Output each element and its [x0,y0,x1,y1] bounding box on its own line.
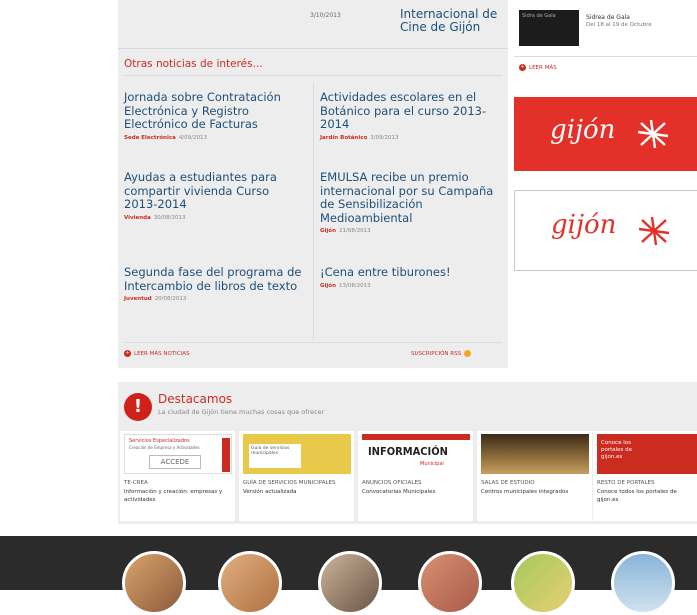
top-news-title[interactable]: Internacional de Cine de Gijón [400,8,500,34]
card-description: Convocatorias Municipales [362,489,436,495]
news-category[interactable]: Gijón [320,283,336,289]
news-item[interactable]: Segunda fase del programa de Intercambio… [124,265,304,303]
thumb-subtitle: Creación de Empresa y Actividades [129,445,200,450]
featured-card[interactable]: Conoce los portales de gijon.es RESTO DE… [593,431,697,521]
exclamation-icon: ! [124,393,152,421]
column-divider [313,82,314,340]
thumb-title: Guía de servicios municipales [249,444,301,468]
news-category[interactable]: Gijón [320,228,336,234]
gijon-logo-text: gijón [550,115,616,145]
event-title[interactable]: Sidrea de Gala [586,14,630,21]
news-item[interactable]: Actividades escolares en el Botánico par… [320,90,500,142]
gijon-logo-text: gijón [551,210,617,240]
card-description: Versión actualizada [243,489,297,495]
event-date: Del 18 al 19 de Octubre [586,22,652,28]
card-thumbnail: Conoce los portales de gijon.es [597,434,697,474]
thumb-title: INFORMACIÓN [368,445,448,458]
rss-icon [464,350,472,357]
news-category[interactable]: Vivienda [124,215,151,221]
gijon-banner-red[interactable]: gijón [514,97,697,171]
card-thumbnail [481,434,589,474]
more-news-label: LEER MÁS NOTICIAS [134,350,190,357]
news-category[interactable]: Jardín Botánico [320,135,367,141]
event-thumbnail-caption: Sidra de Gala [522,13,556,19]
destacamos-title: Destacamos [158,392,233,406]
photo-circle[interactable] [418,551,482,615]
news-date: 13/08/2013 [338,282,371,289]
card-description: Conoce todos los portales de gijon.es [597,489,677,503]
rss-link[interactable]: SUSCRIPCIÓN RSS [411,350,472,357]
thumb-subtitle: Municipal [420,461,444,467]
news-date: 20/08/2013 [154,296,187,302]
news-item[interactable]: ¡Cena entre tiburones! Gijón 13/08/2013 [320,265,500,290]
news-title[interactable]: Actividades escolares en el Botánico par… [320,90,500,132]
news-date: 21/08/2013 [338,228,371,234]
news-date: 30/08/2013 [153,214,186,221]
photo-circle[interactable] [218,551,282,615]
plus-icon: + [124,350,131,357]
featured-card[interactable]: Servicios Especializados Creación de Emp… [120,431,235,521]
card-category: RESTO DE PORTALES [597,480,655,486]
card-thumbnail: Servicios Especializados Creación de Emp… [124,434,232,474]
thumb-title: Servicios Especializados [129,438,190,444]
card-category: GUÍA DE SERVICIOS MUNICIPALES [243,480,336,486]
news-title[interactable]: ¡Cena entre tiburones! [320,265,500,280]
photo-circle[interactable] [511,551,575,615]
divider [124,342,502,343]
red-strip [362,434,470,440]
news-category[interactable]: Juventud [124,296,152,302]
photo-circle[interactable] [611,551,675,615]
top-news-item: 3/10/2013 Internacional de Cine de Gijón [118,0,508,49]
card-description: Información y creación: empresas y activ… [124,489,223,503]
section-title: Otras noticias de interés... [124,58,263,70]
event-more-label: LEER MÁS [529,64,557,71]
news-item[interactable]: EMULSA recibe un premio internacional po… [320,170,500,235]
red-badge-strip [222,438,230,472]
news-date: 4/09/2013 [178,134,208,141]
accede-button: ACCEDE [149,455,201,469]
card-category: ANUNCIOS OFICIALES [362,480,422,486]
news-category[interactable]: Sede Electrónica [124,135,176,141]
rss-label: SUSCRIPCIÓN RSS [411,350,462,357]
destacamos-subtitle: La ciudad de Gijón tiene muchas cosas qu… [158,408,325,416]
featured-card[interactable]: SALAS DE ESTUDIO Centros municipales int… [477,431,592,521]
gijon-star-icon [637,119,669,149]
card-category: SALAS DE ESTUDIO [481,480,535,486]
photo-circle[interactable] [122,551,186,615]
news-item[interactable]: Jornada sobre Contratación Electrónica y… [124,90,304,142]
news-title[interactable]: Ayudas a estudiantes para compartir vivi… [124,170,304,212]
card-thumbnail: INFORMACIÓN Municipal [362,434,470,474]
news-title[interactable]: EMULSA recibe un premio internacional po… [320,170,500,225]
top-news-date: 3/10/2013 [310,12,341,19]
gijon-star-icon [638,216,670,246]
photo-circle[interactable] [318,551,382,615]
featured-card[interactable]: Guía de servicios municipales GUÍA DE SE… [239,431,354,521]
plus-icon: + [519,64,526,71]
news-date: 3/09/2013 [370,134,399,141]
divider [124,75,502,76]
thumb-title: Conoce los portales de gijon.es [601,440,633,460]
more-news-link[interactable]: + LEER MÁS NOTICIAS [124,350,189,357]
news-title[interactable]: Jornada sobre Contratación Electrónica y… [124,90,304,132]
card-description: Centros municipales integrados [481,489,569,495]
gijon-banner-white[interactable]: gijón [514,190,697,271]
featured-card[interactable]: INFORMACIÓN Municipal ANUNCIOS OFICIALES… [358,431,473,521]
news-item[interactable]: Ayudas a estudiantes para compartir vivi… [124,170,304,222]
card-category: TE-CREA [124,480,148,486]
event-more-link[interactable]: + LEER MÁS [519,64,557,71]
news-title[interactable]: Segunda fase del programa de Intercambio… [124,265,304,293]
divider [514,56,697,57]
event-thumbnail[interactable]: Sidra de Gala [519,10,579,46]
card-thumbnail: Guía de servicios municipales [243,434,351,474]
